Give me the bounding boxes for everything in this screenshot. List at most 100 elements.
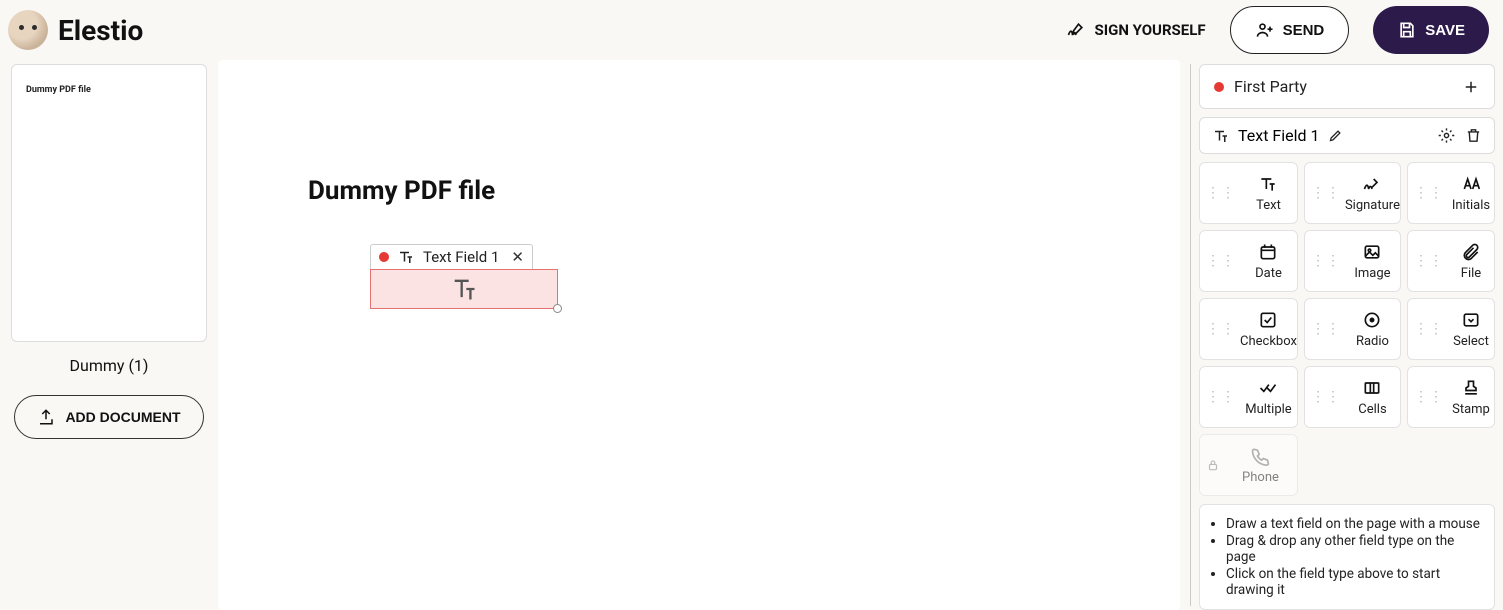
tool-select[interactable]: ⋮⋮ Select	[1407, 298, 1495, 360]
grip-icon: ⋮⋮	[1311, 326, 1341, 332]
stamp-icon	[1461, 378, 1481, 398]
save-label: SAVE	[1425, 22, 1465, 39]
main: Dummy PDF file Dummy (1) ADD DOCUMENT Du…	[0, 60, 1503, 610]
calendar-icon	[1258, 242, 1278, 262]
text-icon	[1258, 174, 1278, 194]
brand-logo	[8, 10, 48, 50]
field-box[interactable]	[370, 269, 558, 309]
grip-icon: ⋮⋮	[1414, 190, 1444, 196]
hint-item: Draw a text field on the page with a mou…	[1226, 516, 1484, 532]
send-label: SEND	[1283, 22, 1325, 39]
grip-icon: ⋮⋮	[1206, 190, 1236, 196]
tool-label: Checkbox	[1240, 334, 1297, 349]
tool-label: Image	[1354, 266, 1390, 281]
placed-field[interactable]: Text Field 1 ✕	[370, 244, 558, 309]
grip-icon: ⋮⋮	[1414, 394, 1444, 400]
brand-name: Elestio	[58, 14, 143, 47]
grip-icon: ⋮⋮	[1311, 258, 1341, 264]
checkbox-icon	[1258, 310, 1278, 330]
tool-text[interactable]: ⋮⋮ Text	[1199, 162, 1298, 224]
hint-item: Click on the field type above to start d…	[1226, 566, 1484, 598]
image-icon	[1362, 242, 1382, 262]
tool-radio[interactable]: ⋮⋮ Radio	[1304, 298, 1401, 360]
document-canvas[interactable]: Dummy PDF file Text Field 1 ✕	[218, 60, 1180, 610]
plus-icon[interactable]	[1462, 78, 1480, 96]
party-color-dot	[1214, 82, 1224, 92]
grip-icon: ⋮⋮	[1414, 326, 1444, 332]
save-icon	[1397, 20, 1417, 40]
tool-label: Multiple	[1245, 402, 1291, 417]
tool-label: Stamp	[1452, 402, 1490, 417]
tool-stamp[interactable]: ⋮⋮ Stamp	[1407, 366, 1495, 428]
party-header[interactable]: First Party	[1199, 64, 1495, 109]
lock-icon	[1206, 458, 1220, 472]
text-icon	[450, 275, 478, 303]
tool-label: Signature	[1345, 198, 1400, 213]
signature-icon	[1362, 174, 1382, 194]
tool-label: Radio	[1356, 334, 1389, 349]
document-title: Dummy PDF file	[308, 176, 495, 206]
add-document-label: ADD DOCUMENT	[65, 409, 180, 425]
radio-icon	[1362, 310, 1382, 330]
edit-icon[interactable]	[1328, 128, 1343, 143]
party-color-dot	[379, 252, 389, 262]
header-actions: SIGN YOURSELF SEND SAVE	[1066, 6, 1489, 54]
tool-label: Initials	[1452, 198, 1490, 213]
hints-box: Draw a text field on the page with a mou…	[1199, 504, 1495, 610]
user-send-icon	[1255, 20, 1275, 40]
multiple-icon	[1258, 378, 1278, 398]
sign-yourself-button[interactable]: SIGN YOURSELF	[1066, 20, 1205, 40]
tool-signature[interactable]: ⋮⋮ Signature	[1304, 162, 1401, 224]
app-header: Elestio SIGN YOURSELF SEND SAVE	[0, 0, 1503, 60]
grip-icon: ⋮⋮	[1311, 190, 1341, 196]
add-document-button[interactable]: ADD DOCUMENT	[14, 395, 203, 439]
page-thumbnail[interactable]: Dummy PDF file	[11, 64, 207, 342]
text-icon	[397, 248, 415, 266]
tool-file[interactable]: ⋮⋮ File	[1407, 230, 1495, 292]
send-button[interactable]: SEND	[1230, 6, 1350, 54]
brand: Elestio	[8, 10, 143, 50]
grip-icon: ⋮⋮	[1206, 326, 1236, 332]
field-row[interactable]: Text Field 1	[1199, 117, 1495, 154]
thumbnail-label: Dummy (1)	[70, 356, 149, 375]
right-panel: First Party Text Field 1 ⋮⋮ Text	[1191, 60, 1495, 610]
field-row-name: Text Field 1	[1238, 126, 1320, 145]
tool-label: File	[1461, 266, 1481, 281]
tool-label: Date	[1255, 266, 1282, 281]
tool-label: Text	[1256, 198, 1281, 213]
grip-icon: ⋮⋮	[1311, 394, 1341, 400]
tool-label: Cells	[1358, 402, 1386, 417]
signature-icon	[1066, 20, 1086, 40]
gear-icon[interactable]	[1438, 127, 1455, 144]
grip-icon: ⋮⋮	[1414, 258, 1444, 264]
upload-icon	[37, 408, 55, 426]
initials-icon	[1461, 174, 1481, 194]
field-label: Text Field 1	[423, 248, 499, 266]
grip-icon: ⋮⋮	[1206, 394, 1236, 400]
party-name: First Party	[1234, 77, 1307, 96]
tool-cells[interactable]: ⋮⋮ Cells	[1304, 366, 1401, 428]
phone-icon	[1250, 446, 1270, 466]
trash-icon[interactable]	[1465, 127, 1482, 144]
paperclip-icon	[1461, 242, 1481, 262]
sign-yourself-label: SIGN YOURSELF	[1094, 21, 1205, 39]
text-icon	[1212, 127, 1230, 145]
grip-icon: ⋮⋮	[1206, 258, 1236, 264]
tool-date[interactable]: ⋮⋮ Date	[1199, 230, 1298, 292]
tool-phone: Phone	[1199, 434, 1298, 496]
resize-handle[interactable]	[553, 304, 562, 313]
thumbnail-text: Dummy PDF file	[26, 85, 91, 95]
left-panel: Dummy PDF file Dummy (1) ADD DOCUMENT	[0, 60, 218, 610]
hint-item: Drag & drop any other field type on the …	[1226, 533, 1484, 565]
tool-label: Select	[1453, 334, 1489, 349]
select-icon	[1461, 310, 1481, 330]
tool-initials[interactable]: ⋮⋮ Initials	[1407, 162, 1495, 224]
tool-checkbox[interactable]: ⋮⋮ Checkbox	[1199, 298, 1298, 360]
cells-icon	[1362, 378, 1382, 398]
tool-multiple[interactable]: ⋮⋮ Multiple	[1199, 366, 1298, 428]
field-tab[interactable]: Text Field 1 ✕	[370, 244, 533, 269]
field-close-button[interactable]: ✕	[511, 248, 524, 266]
tool-image[interactable]: ⋮⋮ Image	[1304, 230, 1401, 292]
save-button[interactable]: SAVE	[1373, 6, 1489, 54]
tool-label: Phone	[1242, 470, 1279, 485]
